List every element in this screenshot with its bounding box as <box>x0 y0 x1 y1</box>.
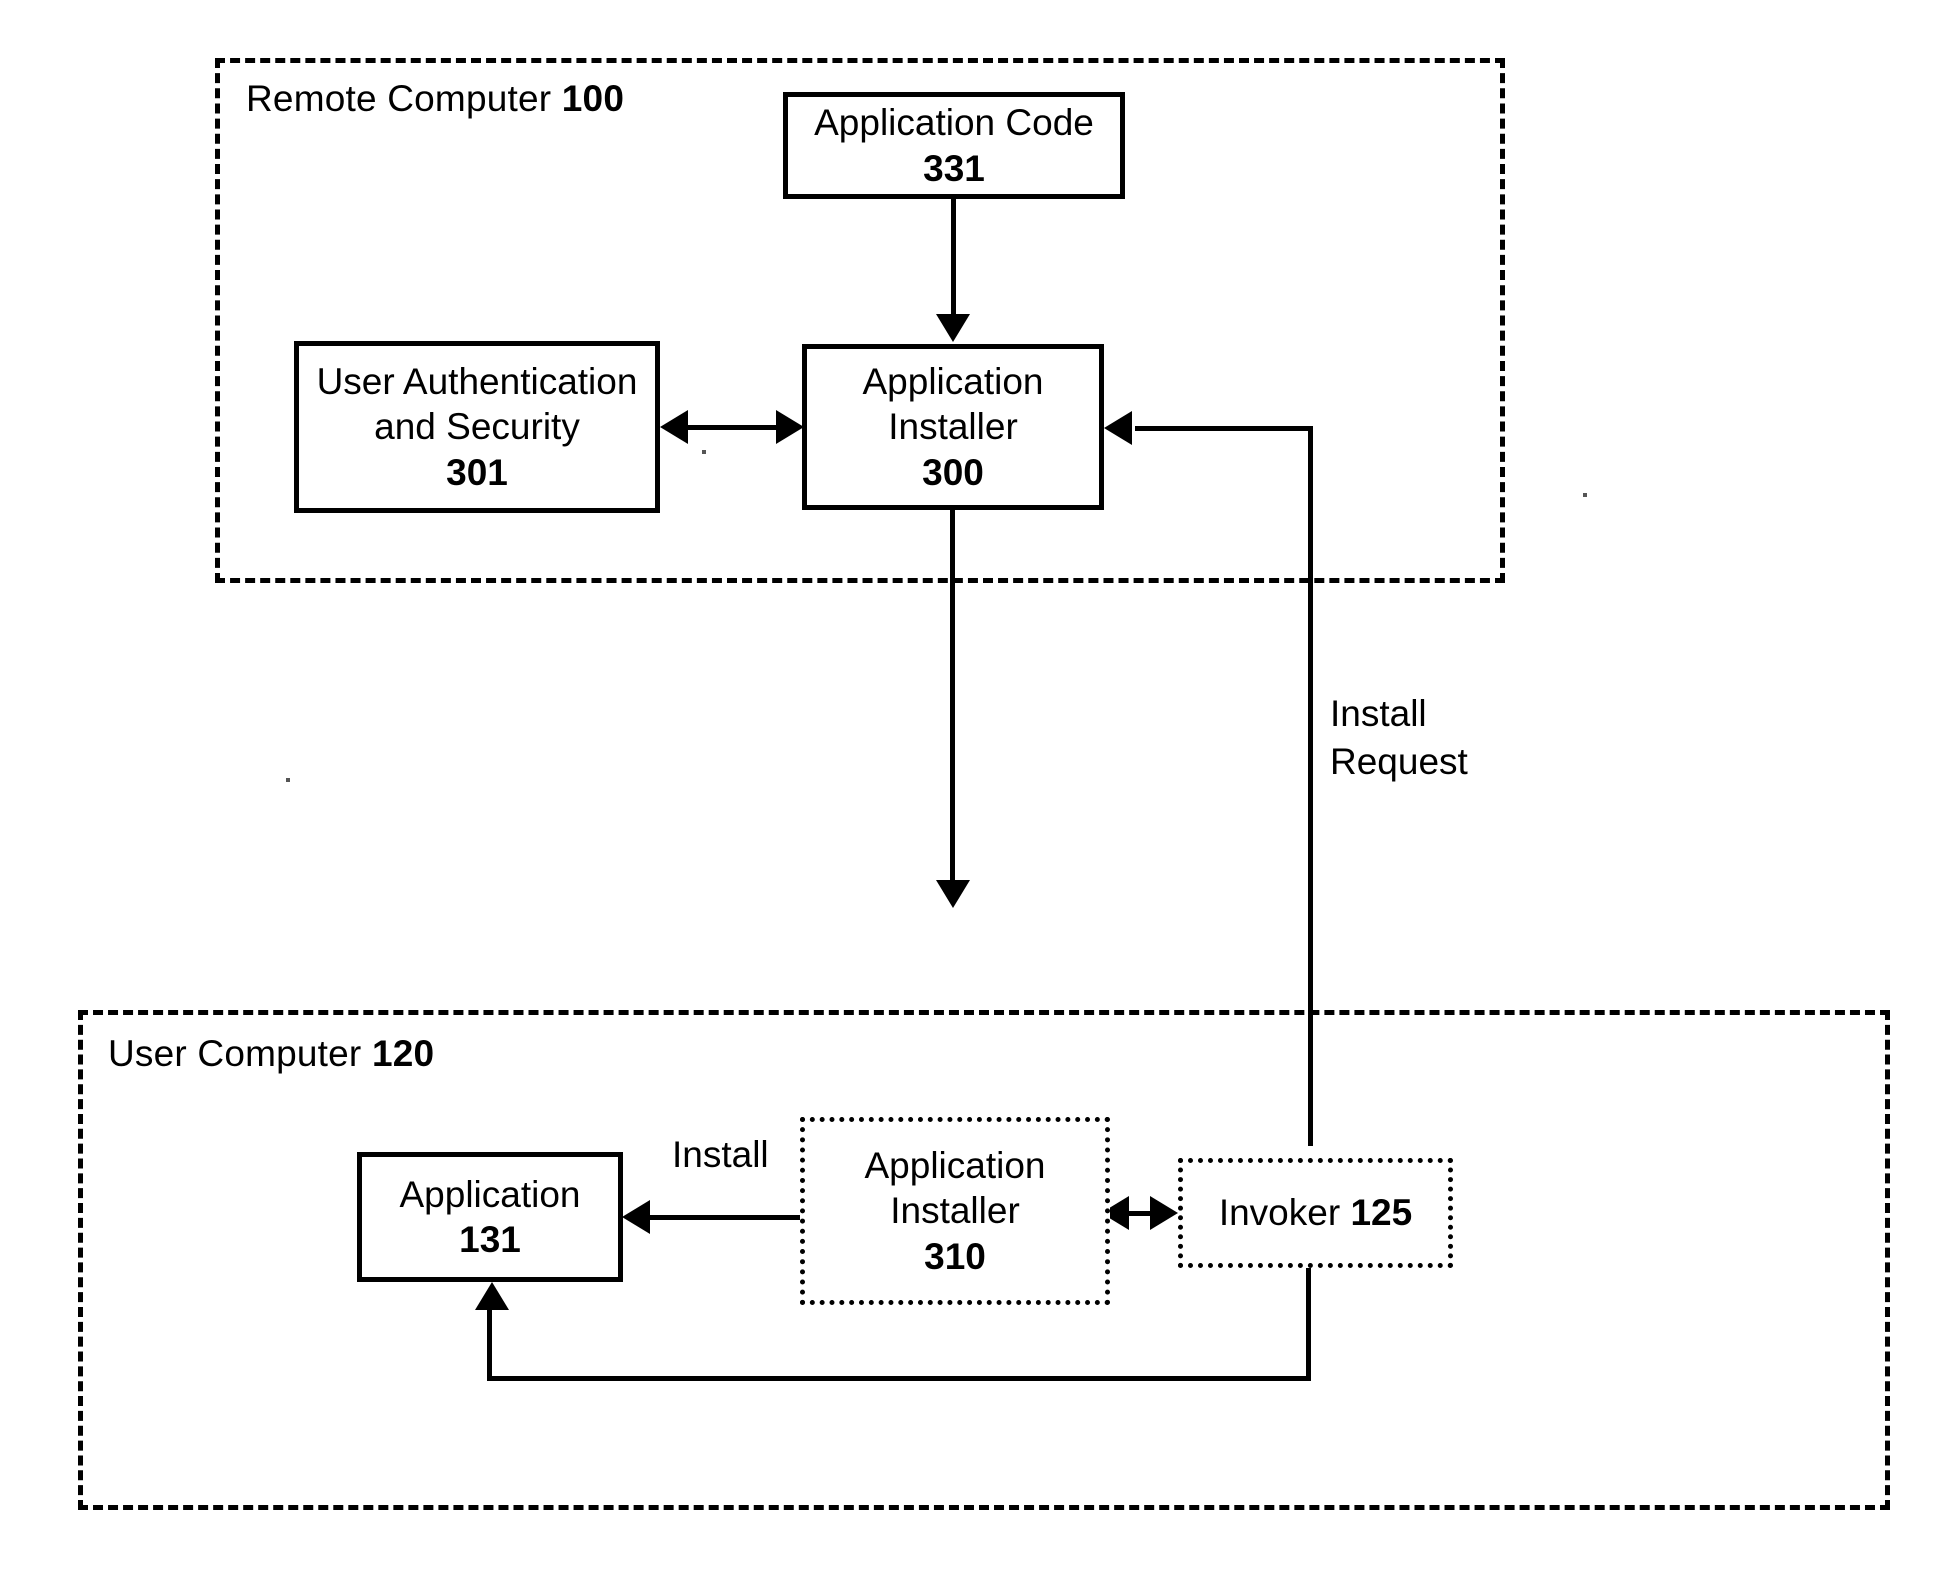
scan-speck <box>702 450 706 454</box>
connector-invoker-feedback-vertical-left <box>487 1300 492 1380</box>
patent-figure-canvas: Remote Computer 100 Application Code 331… <box>0 0 1938 1592</box>
scan-speck <box>286 778 290 782</box>
connector-code-to-installer <box>951 199 956 329</box>
connector-invoker-feedback-horizontal <box>487 1376 1311 1381</box>
box-invoker-ref: 125 <box>1350 1192 1413 1234</box>
connector-install-request-vertical <box>1308 426 1313 1146</box>
group-remote-computer-label: Remote Computer 100 <box>246 80 624 117</box>
edge-label-install-request-line-2: Request <box>1330 741 1468 783</box>
edge-label-install: Install <box>672 1133 769 1178</box>
box-installer-310-line-2: Installer <box>890 1190 1020 1232</box>
box-user-auth-ref: 301 <box>446 451 508 493</box>
edge-label-install-text: Install <box>672 1134 769 1175</box>
edge-label-install-request: Install Request <box>1330 690 1550 787</box>
box-installer-310-line-1: Application <box>864 1145 1046 1187</box>
box-invoker-label: Invoker 125 <box>1219 1190 1412 1235</box>
box-installer-310-ref: 310 <box>924 1235 986 1277</box>
arrowhead-installer310-invoker-right <box>1150 1196 1178 1230</box>
box-installer-300-ref: 300 <box>922 451 984 493</box>
arrowhead-installer300-to-installer310 <box>936 880 970 908</box>
connector-install-request-horizontal <box>1135 426 1313 431</box>
group-user-computer-label-text: User Computer <box>108 1033 372 1074</box>
group-user-computer-label: User Computer 120 <box>108 1035 434 1072</box>
group-remote-computer-ref: 100 <box>561 78 625 119</box>
box-application-installer-user: Application Installer 310 <box>800 1117 1110 1305</box>
box-user-auth-line-2: and Security <box>374 406 580 448</box>
connector-invoker-feedback-vertical-right <box>1306 1268 1311 1381</box>
box-application: Application 131 <box>357 1152 623 1282</box>
connector-install <box>650 1215 802 1220</box>
box-application-ref: 131 <box>459 1219 521 1260</box>
box-user-auth-line-1: User Authentication <box>316 361 638 403</box>
box-invoker-line-1: Invoker <box>1218 1192 1351 1234</box>
connector-installer300-to-installer310 <box>950 510 955 885</box>
box-application-code: Application Code 331 <box>783 92 1125 199</box>
arrowhead-auth-installer-right <box>776 410 804 444</box>
arrowhead-install-request <box>1104 411 1132 445</box>
group-user-computer-ref: 120 <box>371 1033 435 1074</box>
arrowhead-code-to-installer <box>936 314 970 342</box>
box-application-code-line-1: Application Code <box>814 102 1094 144</box>
box-application-installer-remote: Application Installer 300 <box>802 344 1104 510</box>
arrowhead-auth-installer-left <box>660 410 688 444</box>
group-remote-computer-label-text: Remote Computer <box>246 78 562 119</box>
box-installer-300-line-2: Installer <box>888 406 1018 448</box>
box-application-code-ref: 331 <box>923 147 985 189</box>
box-user-authentication-and-security: User Authentication and Security 301 <box>294 341 660 513</box>
box-installer-300-line-1: Application <box>862 361 1044 403</box>
arrowhead-invoker-feedback <box>475 1282 509 1310</box>
box-invoker: Invoker 125 <box>1178 1158 1453 1268</box>
arrowhead-install <box>622 1200 650 1234</box>
box-application-line-1: Application <box>399 1173 581 1215</box>
scan-speck <box>1583 493 1587 497</box>
edge-label-install-request-line-1: Install <box>1330 693 1427 734</box>
